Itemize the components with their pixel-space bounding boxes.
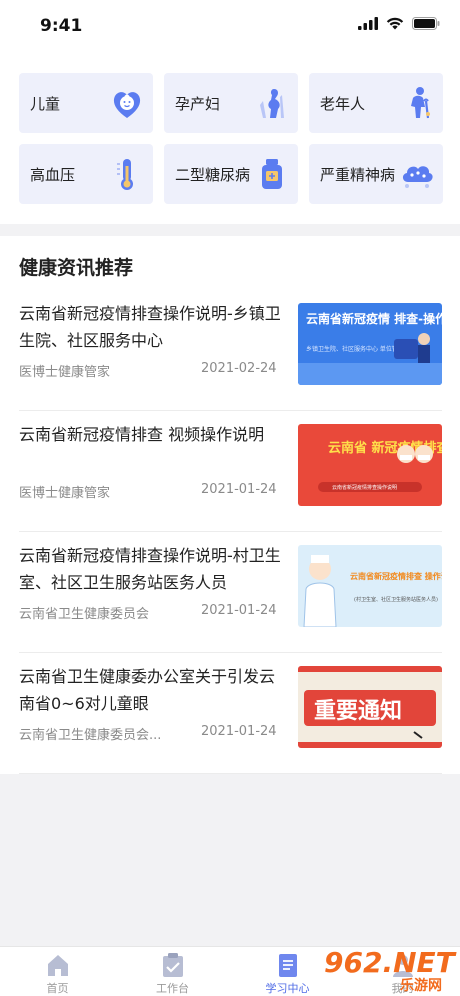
news-item[interactable]: 云南省新冠疫情排查操作说明-村卫生室、社区卫生服务站医务人员 云南省卫生健康委员… [19, 532, 442, 653]
news-date: 2021-01-24 [201, 724, 277, 739]
pregnant-woman-icon [260, 89, 284, 118]
category-section: 儿童 孕产妇 老年人 高血压 二型糖尿病 严重精神病 [0, 52, 460, 224]
status-time: 9:41 [40, 16, 83, 36]
news-thumbnail: 云南省新冠疫情 排查-操作说明 乡镇卫生院、社区服务中心 单位管理员 [298, 303, 442, 385]
tab-home[interactable]: 首页 [0, 947, 115, 996]
tab-label: 工作台 [156, 982, 189, 995]
news-thumbnail: 云南省 新冠疫情排查 云南省新冠疫情排查操作说明 [298, 424, 442, 506]
news-thumbnail: 云南省新冠疫情排查 操作说明 (村卫生室、社区卫生服务站医务人员) [298, 545, 442, 627]
news-date: 2021-01-24 [201, 482, 277, 497]
tab-workbench[interactable]: 工作台 [115, 947, 230, 996]
category-diabetes[interactable]: 二型糖尿病 [164, 144, 298, 204]
status-icons [358, 17, 440, 30]
status-bar: 9:41 [0, 0, 460, 52]
category-label: 二型糖尿病 [175, 166, 251, 184]
news-source: 云南省卫生健康委员会... [19, 728, 162, 743]
tab-label: 首页 [46, 982, 69, 995]
news-title: 云南省新冠疫情排查操作说明-乡镇卫生院、社区服务中心 [19, 304, 281, 350]
news-title: 云南省新冠疫情排查 视频操作说明 [19, 425, 265, 444]
medicine-bottle-icon [262, 159, 282, 189]
news-thumbnail: 重要通知 [298, 666, 442, 748]
thumb-title: 重要通知 [314, 698, 402, 724]
news-source: 云南省卫生健康委员会 [19, 607, 150, 622]
brain-cloud-icon [402, 166, 433, 188]
news-heading: 健康资讯推荐 [19, 257, 134, 279]
watermark-brand: 962.NET [324, 946, 457, 979]
category-elderly[interactable]: 老年人 [309, 73, 443, 133]
thumb-subtitle: 云南省新冠疫情排查操作说明 [332, 484, 397, 491]
wifi-icon [386, 17, 404, 30]
category-label: 高血压 [30, 166, 76, 184]
category-maternal[interactable]: 孕产妇 [164, 73, 298, 133]
site-watermark-logo: 962.NET 乐游网 [324, 946, 457, 994]
battery-icon [412, 17, 440, 30]
category-label: 孕产妇 [175, 95, 221, 113]
news-item[interactable]: 云南省卫生健康委办公室关于引发云南省0~6对儿童眼 云南省卫生健康委员会... … [19, 653, 442, 774]
home-icon [48, 955, 68, 976]
signal-icon [358, 17, 378, 30]
thumb-title: 云南省新冠疫情排查 操作说明 [350, 571, 442, 581]
news-section: 健康资讯推荐 云南省新冠疫情排查操作说明-乡镇卫生院、社区服务中心 医博士健康管… [0, 236, 460, 774]
thumb-title-line1: 云南省新冠疫情 排查-操作说明 [306, 311, 442, 326]
news-item[interactable]: 云南省新冠疫情排查 视频操作说明 医博士健康管家 2021-01-24 云南省 … [19, 411, 442, 532]
news-source: 医博士健康管家 [19, 486, 111, 501]
news-title: 云南省卫生健康委办公室关于引发云南省0~6对儿童眼 [19, 667, 276, 713]
category-label: 儿童 [30, 95, 61, 113]
category-label: 严重精神病 [320, 166, 396, 184]
news-source: 医博士健康管家 [19, 365, 111, 380]
thermometer-icon [117, 159, 133, 190]
thumb-subtitle: (村卫生室、社区卫生服务站医务人员) [354, 596, 438, 603]
news-date: 2021-02-24 [201, 361, 277, 376]
category-children[interactable]: 儿童 [19, 73, 153, 133]
baby-face-icon [113, 92, 141, 118]
news-date: 2021-01-24 [201, 603, 277, 618]
category-grid: 儿童 孕产妇 老年人 高血压 二型糖尿病 严重精神病 [19, 73, 443, 204]
news-title: 云南省新冠疫情排查操作说明-村卫生室、社区卫生服务站医务人员 [19, 546, 281, 592]
news-item[interactable]: 云南省新冠疫情排查操作说明-乡镇卫生院、社区服务中心 医博士健康管家 2021-… [19, 290, 442, 411]
clipboard-check-icon [163, 953, 183, 977]
watermark-site: 乐游网 [400, 977, 442, 994]
elderly-person-icon [411, 87, 430, 119]
category-mental-illness[interactable]: 严重精神病 [309, 144, 443, 204]
category-label: 老年人 [320, 95, 366, 113]
document-icon [279, 954, 297, 977]
category-hypertension[interactable]: 高血压 [19, 144, 153, 204]
